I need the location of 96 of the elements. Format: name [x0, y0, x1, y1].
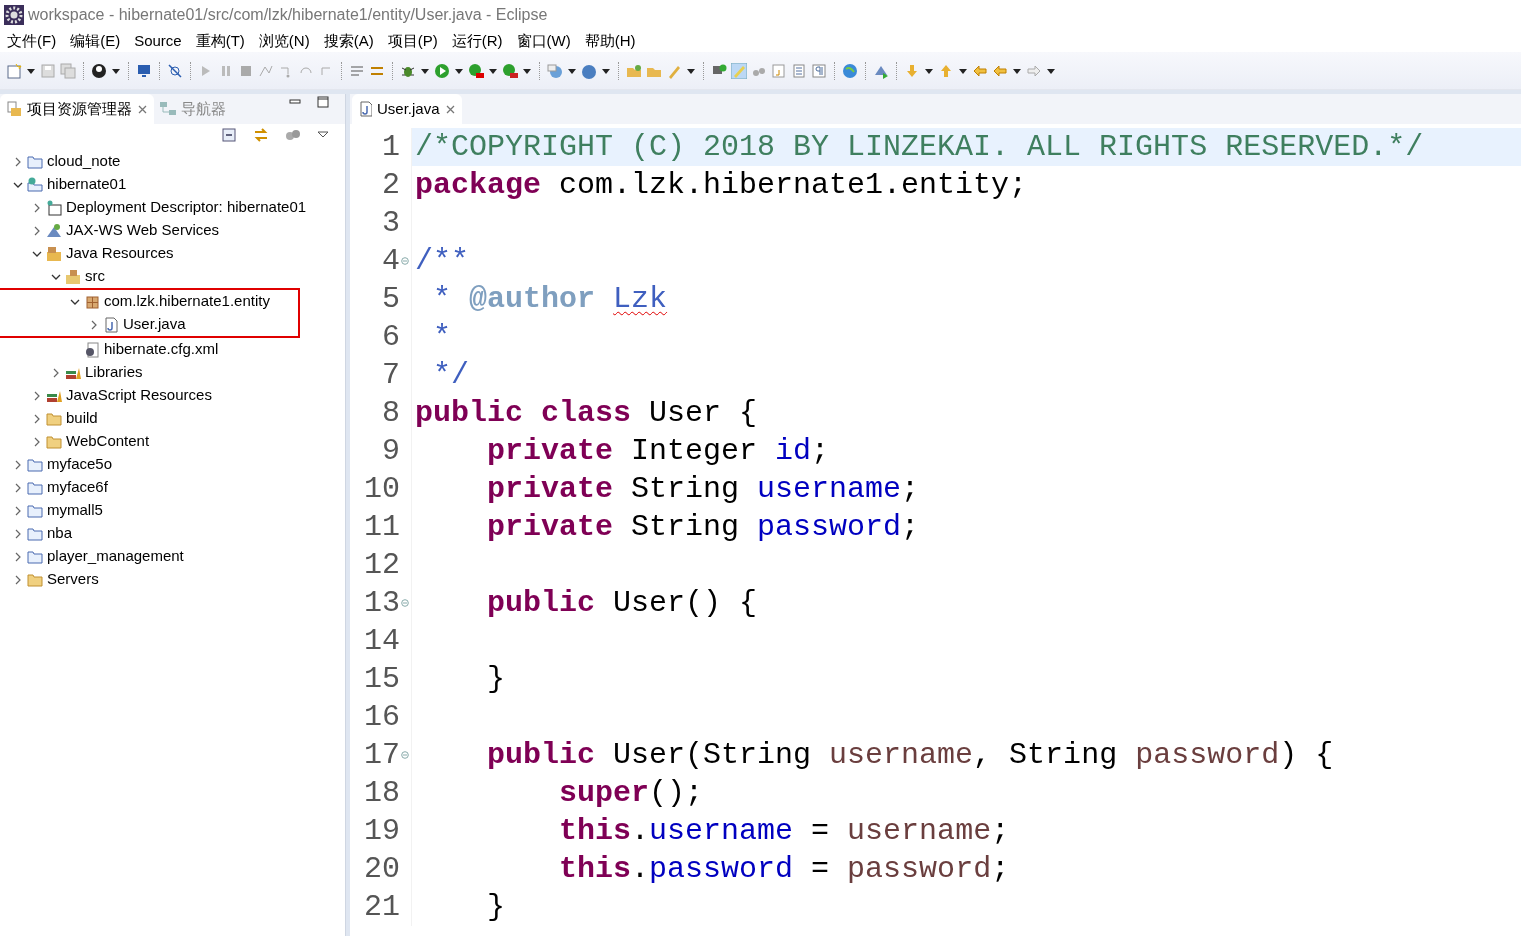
- package-folder-icon: [65, 268, 81, 285]
- tree-item[interactable]: hibernate01: [0, 173, 345, 196]
- menu-item[interactable]: 项目(P): [387, 29, 445, 53]
- code-line: /**: [411, 242, 1521, 280]
- descriptor-icon: [46, 199, 62, 216]
- menu-item[interactable]: 运行(R): [451, 29, 510, 53]
- tree-item[interactable]: cloud_note: [0, 150, 345, 173]
- menu-item[interactable]: Source: [134, 29, 189, 53]
- folder-icon: [27, 548, 43, 565]
- code-line: }: [411, 888, 1521, 926]
- dropdown-caret-icon[interactable]: [488, 66, 498, 75]
- tree-item[interactable]: com.lzk.hibernate1.entity: [0, 290, 298, 313]
- folder-icon: [27, 502, 43, 519]
- code-line: public class User {: [411, 394, 1521, 432]
- java-file-icon: [103, 316, 119, 333]
- menu-item[interactable]: 编辑(E): [70, 29, 128, 53]
- xml-file-icon: [84, 341, 100, 358]
- package-icon: [84, 293, 100, 310]
- folder-icon: [27, 479, 43, 496]
- maximize-icon[interactable]: [317, 96, 329, 108]
- open-folder-icon: [46, 433, 62, 450]
- dropdown-caret-icon[interactable]: [924, 66, 934, 75]
- tree-item[interactable]: build: [0, 407, 345, 430]
- app-logo-icon: [4, 5, 24, 25]
- code-line: *: [411, 318, 1521, 356]
- dropdown-caret-icon[interactable]: [26, 66, 36, 75]
- open-folder-icon: [46, 410, 62, 427]
- tree-item[interactable]: JavaScript Resources: [0, 384, 345, 407]
- tree-item[interactable]: Deployment Descriptor: hibernate01: [0, 196, 345, 219]
- web-project-icon: [27, 176, 43, 193]
- code-line: public User(String username, String password) {: [411, 736, 1521, 774]
- dropdown-caret-icon[interactable]: [686, 66, 696, 75]
- tree-item[interactable]: player_management: [0, 545, 345, 568]
- window-title: workspace - hibernate01/src/com/lzk/hibernate1/entity/User.java - Eclipse: [28, 5, 548, 25]
- code-line: * @author Lzk: [411, 280, 1521, 318]
- menu-item[interactable]: 帮助(H): [584, 29, 643, 53]
- folder-icon: [27, 525, 43, 542]
- tree-item[interactable]: Servers: [0, 568, 345, 591]
- code-line: this.username = username;: [411, 812, 1521, 850]
- tree-item[interactable]: JAX-WS Web Services: [0, 219, 345, 242]
- editor-tab[interactable]: User.java: [352, 94, 462, 124]
- run-external-icon[interactable]: [502, 62, 518, 79]
- menu-item[interactable]: 浏览(N): [258, 29, 317, 53]
- dropdown-caret-icon[interactable]: [111, 66, 121, 75]
- link-arrows-icon[interactable]: [253, 127, 269, 143]
- tree-item[interactable]: myface6f: [0, 476, 345, 499]
- dropdown-caret-icon[interactable]: [522, 66, 532, 75]
- tree-item[interactable]: myface5o: [0, 453, 345, 476]
- menu-item[interactable]: 窗口(W): [516, 29, 578, 53]
- dots-icon[interactable]: [285, 127, 301, 143]
- tree-item[interactable]: Libraries: [0, 361, 345, 384]
- folder-icon: [6, 101, 22, 117]
- dropdown-caret-icon[interactable]: [567, 66, 577, 75]
- view-tab[interactable]: 项目资源管理器: [0, 94, 154, 124]
- webservice-icon: [46, 222, 62, 239]
- tree-item[interactable]: User.java: [0, 313, 298, 336]
- tree-item[interactable]: mymall5: [0, 499, 345, 522]
- code-line: private Integer id;: [411, 432, 1521, 470]
- view-menu-icon[interactable]: [317, 130, 329, 140]
- collapse-all-icon[interactable]: [221, 127, 237, 143]
- tree-item[interactable]: src: [0, 265, 345, 288]
- pilcrow-icon[interactable]: [811, 62, 827, 79]
- code-line: private String username;: [411, 470, 1521, 508]
- slash-icon[interactable]: [167, 62, 183, 79]
- close-icon[interactable]: [444, 103, 456, 115]
- menu-item[interactable]: 重构(T): [195, 29, 252, 53]
- dropdown-caret-icon[interactable]: [1046, 66, 1056, 75]
- tree-item[interactable]: hibernate.cfg.xml: [0, 338, 345, 361]
- code-line: package com.lzk.hibernate1.entity;: [411, 166, 1521, 204]
- tree-item[interactable]: WebContent: [0, 430, 345, 453]
- folder-icon: [27, 456, 43, 473]
- tree-view-icon: [160, 101, 176, 117]
- package-folder-icon: [46, 245, 62, 262]
- monitor-icon[interactable]: [136, 62, 152, 79]
- dropdown-caret-icon[interactable]: [420, 66, 430, 75]
- open-folder-icon: [27, 571, 43, 588]
- open-folder-icon[interactable]: [626, 62, 642, 79]
- tree-item[interactable]: Java Resources: [0, 242, 345, 265]
- globe-icon[interactable]: [842, 62, 858, 79]
- folder-icon: [27, 153, 43, 170]
- dropdown-caret-icon[interactable]: [454, 66, 464, 75]
- code-line: super();: [411, 774, 1521, 812]
- java-file-icon: [358, 101, 372, 117]
- tree-item[interactable]: nba: [0, 522, 345, 545]
- dropdown-caret-icon[interactable]: [601, 66, 611, 75]
- dropdown-caret-icon[interactable]: [958, 66, 968, 75]
- run-coverage-icon[interactable]: [468, 62, 484, 79]
- menu-item[interactable]: 文件(F): [7, 29, 64, 53]
- code-line: this.password = password;: [411, 850, 1521, 888]
- menu-item[interactable]: 搜索(A): [323, 29, 381, 53]
- code-line: public User() {: [411, 584, 1521, 622]
- code-line: private String password;: [411, 508, 1521, 546]
- code-line: }: [411, 660, 1521, 698]
- dropdown-caret-icon[interactable]: [1012, 66, 1022, 75]
- close-icon[interactable]: [137, 103, 148, 115]
- code-line: */: [411, 356, 1521, 394]
